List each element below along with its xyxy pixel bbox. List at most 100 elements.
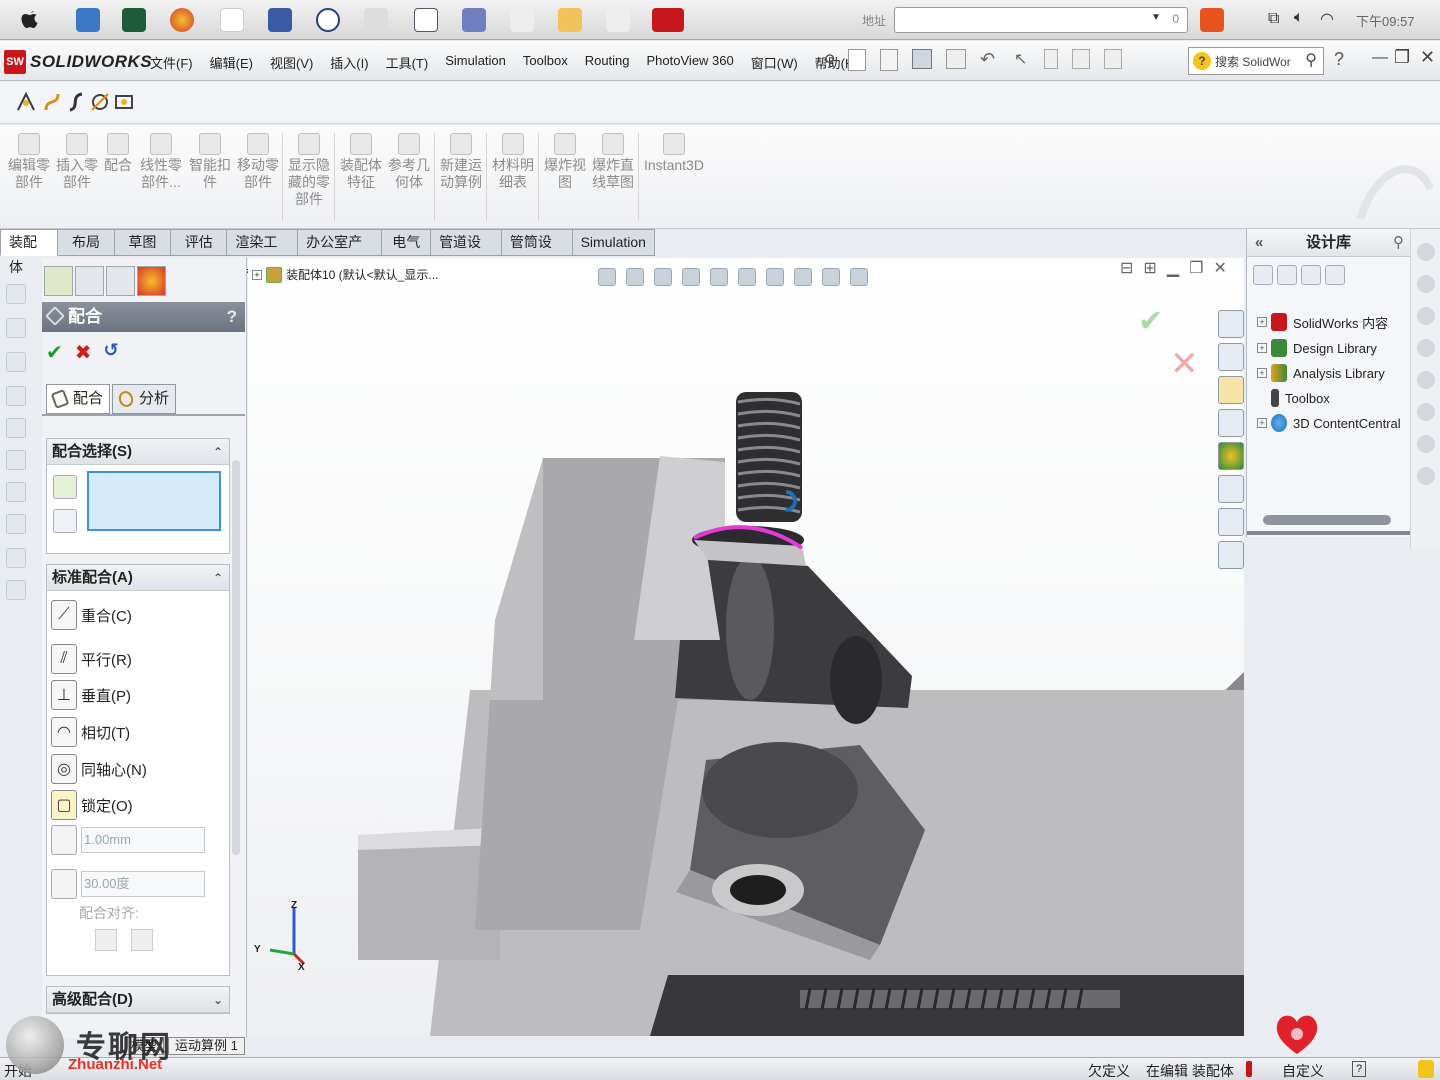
autocad-icon[interactable]: [220, 8, 244, 32]
configuration-manager-tab[interactable]: [106, 266, 135, 296]
rebuild-icon[interactable]: [1044, 49, 1058, 69]
tool-icon[interactable]: [6, 418, 26, 438]
reference-geometry-button[interactable]: 参考几 何体: [388, 133, 430, 191]
linear-pattern-button[interactable]: 线性零 部件...: [140, 133, 182, 191]
menu-file[interactable]: 文件(F): [150, 53, 193, 72]
mate-coincident[interactable]: ⟋ 重合(C): [51, 599, 132, 631]
sogou-icon[interactable]: [1200, 8, 1224, 32]
menu-view[interactable]: 视图(V): [270, 53, 313, 72]
instant3d-button[interactable]: Instant3D: [644, 133, 704, 174]
vw-icon[interactable]: [316, 8, 340, 32]
scene-icon[interactable]: [822, 268, 840, 286]
property-manager-tab[interactable]: [75, 266, 104, 296]
tool-icon[interactable]: [6, 580, 26, 600]
tab-piping[interactable]: 管道设计: [431, 229, 502, 275]
menu-window[interactable]: 窗口(W): [751, 53, 798, 72]
zoom-to-fit-icon[interactable]: [598, 268, 616, 286]
address-input[interactable]: ▼ 0: [894, 7, 1188, 33]
distance-field[interactable]: 1.00mm: [81, 827, 205, 853]
library-item-analysis-library[interactable]: + Analysis Library: [1257, 362, 1385, 384]
help-icon[interactable]: ?: [227, 302, 237, 332]
mate-lock[interactable]: ▢ 锁定(O): [51, 789, 133, 821]
app-icon[interactable]: [558, 8, 582, 32]
tab-layout[interactable]: 布局: [58, 229, 115, 256]
add-to-library-icon[interactable]: [1253, 265, 1273, 285]
app-icon[interactable]: [364, 8, 388, 32]
assembly-model[interactable]: [248, 258, 1244, 1036]
display-icon[interactable]: ⧉: [1268, 10, 1279, 28]
tool-icon[interactable]: [6, 352, 26, 372]
file-explorer-icon[interactable]: [1218, 376, 1244, 404]
tool-icon[interactable]: [6, 318, 26, 338]
collapse-icon[interactable]: «: [1255, 229, 1263, 257]
tab-motion-study[interactable]: 运动算例 1: [168, 1037, 245, 1055]
tool-icon[interactable]: [1416, 371, 1435, 389]
create-folder-icon[interactable]: [1301, 265, 1321, 285]
tool-icon[interactable]: [6, 284, 26, 304]
undo-button[interactable]: ↺: [104, 340, 119, 365]
apple-icon[interactable]: [18, 8, 42, 32]
forum-icon[interactable]: [1218, 541, 1244, 569]
recovery-icon[interactable]: [1218, 508, 1244, 536]
menu-toolbox[interactable]: Toolbox: [523, 53, 568, 72]
chevron-down-icon[interactable]: ▼: [1151, 12, 1161, 23]
spline-icon[interactable]: [40, 90, 64, 114]
show-hidden-components-button[interactable]: 显示隐 藏的零 部件: [288, 133, 330, 208]
tool-icon[interactable]: [1416, 243, 1435, 261]
document-icon[interactable]: [414, 8, 438, 32]
chrome-icon[interactable]: [170, 8, 194, 32]
tab-electrical[interactable]: 电气: [382, 229, 432, 256]
menu-insert[interactable]: 插入(I): [330, 53, 368, 72]
minimize-icon[interactable]: ▁: [1167, 258, 1179, 278]
open-icon[interactable]: [880, 49, 898, 71]
options-icon[interactable]: [1104, 49, 1122, 69]
smart-dimension-icon[interactable]: [88, 90, 112, 114]
app-icon[interactable]: [122, 8, 146, 32]
menu-edit[interactable]: 编辑(E): [210, 53, 253, 72]
expand-icon[interactable]: +: [252, 269, 262, 280]
tab-assembly[interactable]: 装配体: [0, 229, 59, 275]
mate-selections-header[interactable]: 配合选择(S) ⌃: [47, 439, 229, 465]
curve-icon[interactable]: [64, 90, 88, 114]
design-library-icon[interactable]: [1218, 343, 1244, 371]
tab-sketch[interactable]: 草图: [114, 229, 172, 256]
close-icon[interactable]: ✕: [1420, 47, 1435, 68]
advanced-mates-header[interactable]: 高级配合(D) ⌄: [47, 987, 229, 1013]
tool-icon[interactable]: [1416, 467, 1435, 485]
help-menu-icon[interactable]: ?: [1334, 49, 1344, 70]
new-document-icon[interactable]: [848, 49, 866, 71]
select-icon[interactable]: ↖: [1014, 49, 1030, 69]
tool-icon[interactable]: [1416, 435, 1435, 453]
mate-concentric[interactable]: ◎ 同轴心(N): [51, 753, 147, 785]
smart-fasteners-button[interactable]: 智能扣 件: [189, 133, 231, 191]
tool-icon[interactable]: [1416, 403, 1435, 421]
sketch-tool-icon[interactable]: [14, 90, 38, 114]
refresh-icon[interactable]: [1325, 265, 1345, 285]
appearance-icon[interactable]: [794, 268, 812, 286]
heart-icon[interactable]: [1272, 1008, 1322, 1058]
expand-icon[interactable]: +: [1257, 418, 1267, 428]
expand-icon[interactable]: +: [1257, 317, 1267, 327]
help-icon[interactable]: ?: [1352, 1061, 1366, 1077]
library-item-design-library[interactable]: + Design Library: [1257, 337, 1377, 359]
pin-icon[interactable]: ⚲: [1393, 229, 1404, 257]
app-icon[interactable]: [462, 8, 486, 32]
aligned-button[interactable]: [95, 929, 117, 951]
minimize-icon[interactable]: —: [1372, 49, 1388, 67]
tool-icon[interactable]: [1416, 307, 1435, 325]
expand-icon[interactable]: +: [1257, 368, 1267, 378]
tab-evaluate[interactable]: 评估: [171, 229, 228, 256]
solidworks-logo[interactable]: SW SOLIDWORKS: [4, 48, 152, 76]
move-component-button[interactable]: 移动零 部件: [237, 133, 279, 191]
view-palette-icon[interactable]: [1218, 409, 1244, 437]
horizontal-scrollbar[interactable]: [1263, 515, 1391, 525]
anti-aligned-button[interactable]: [131, 929, 153, 951]
mate-button[interactable]: 配合: [104, 133, 132, 174]
chevron-down-icon[interactable]: ⌄: [213, 987, 223, 1013]
confirmation-ok-icon[interactable]: ✔: [1138, 304, 1163, 339]
tab-render-tools[interactable]: 渲染工具: [227, 229, 299, 275]
cancel-button[interactable]: ✖: [75, 340, 92, 365]
display-manager-tab[interactable]: [137, 266, 166, 296]
feature-manager-tab[interactable]: [44, 266, 73, 296]
relations-icon[interactable]: [112, 90, 136, 114]
